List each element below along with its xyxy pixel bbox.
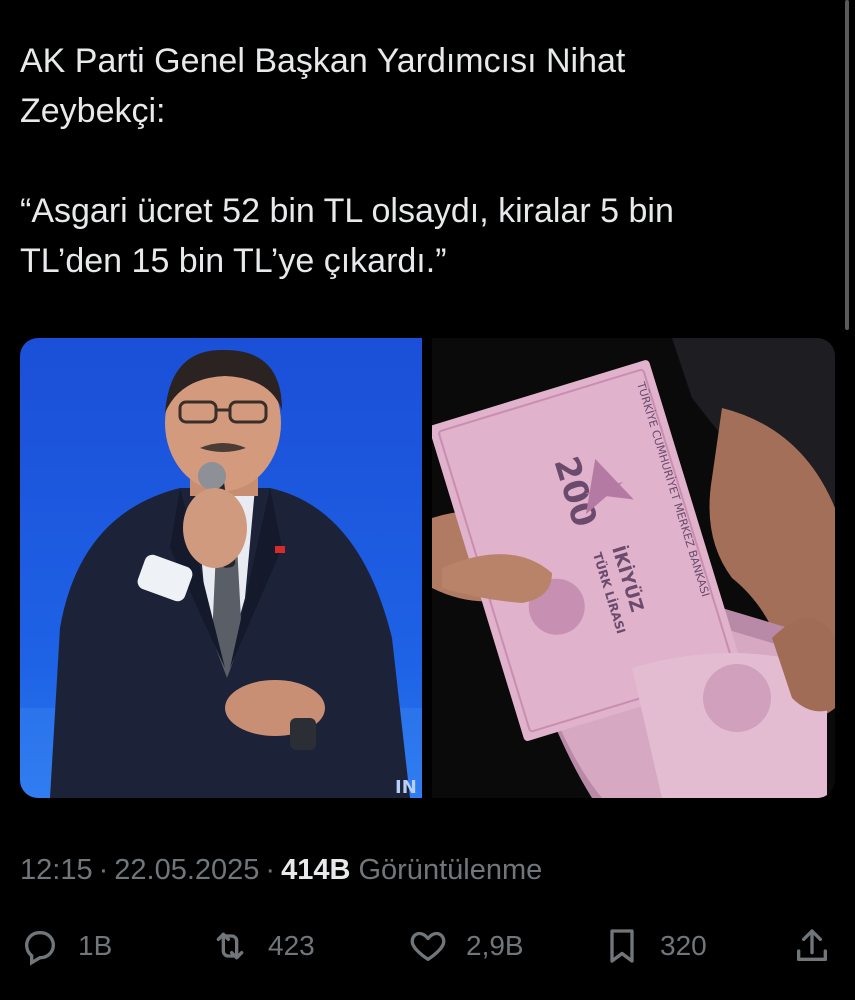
tweet-date[interactable]: 22.05.2025 [114, 854, 259, 886]
reply-button[interactable]: 1B [20, 918, 112, 974]
logo-text: IN [395, 777, 417, 798]
bookmark-button[interactable]: 320 [602, 918, 707, 974]
tweet-quote-line-1: “Asgari ücret 52 bin TL olsaydı, kiralar… [20, 192, 674, 230]
scrollbar[interactable] [845, 0, 849, 330]
bookmark-count: 320 [660, 930, 707, 961]
like-button[interactable]: 2,9B [408, 918, 524, 974]
tweet-quote-line-2: TL’den 15 bin TL’ye çıkardı.” [20, 242, 447, 280]
media-gallery: IN 200 İKİYÜZ TÜRK LİRASI TÜRKİYE CUMHUR… [20, 338, 835, 798]
tweet-line-2: Zeybekçi: [20, 92, 166, 130]
politician-illustration: IN [20, 338, 422, 798]
views-count: 414B [281, 854, 351, 886]
tweet-time[interactable]: 12:15 [20, 854, 93, 886]
banknotes-illustration: 200 İKİYÜZ TÜRK LİRASI TÜRKİYE CUMHURİYE… [432, 338, 835, 798]
bookmark-icon [602, 926, 642, 966]
banknotes-photo[interactable]: 200 İKİYÜZ TÜRK LİRASI TÜRKİYE CUMHURİYE… [432, 338, 835, 798]
politician-photo[interactable]: IN [20, 338, 422, 798]
reply-count: 1B [78, 930, 113, 961]
retweet-button[interactable]: 423 [210, 918, 315, 974]
heart-icon [408, 926, 448, 966]
tweet-text: AK Parti Genel Başkan Yardımcısı Nihat Z… [20, 36, 810, 286]
tweet-line-1: AK Parti Genel Başkan Yardımcısı Nihat [20, 42, 626, 80]
share-icon [792, 926, 832, 966]
share-button[interactable] [792, 918, 832, 974]
tweet-meta: 12:15 · 22.05.2025 · 414B Görüntülenme [20, 850, 542, 890]
retweet-count: 423 [268, 930, 315, 961]
tweet-actions: 1B 423 2,9B 320 [0, 918, 855, 974]
like-count: 2,9B [466, 930, 524, 961]
meta-separator-2: · [265, 854, 276, 886]
meta-separator: · [98, 854, 109, 886]
views-label: Görüntülenme [358, 854, 543, 886]
reply-icon [20, 926, 60, 966]
retweet-icon [210, 926, 250, 966]
